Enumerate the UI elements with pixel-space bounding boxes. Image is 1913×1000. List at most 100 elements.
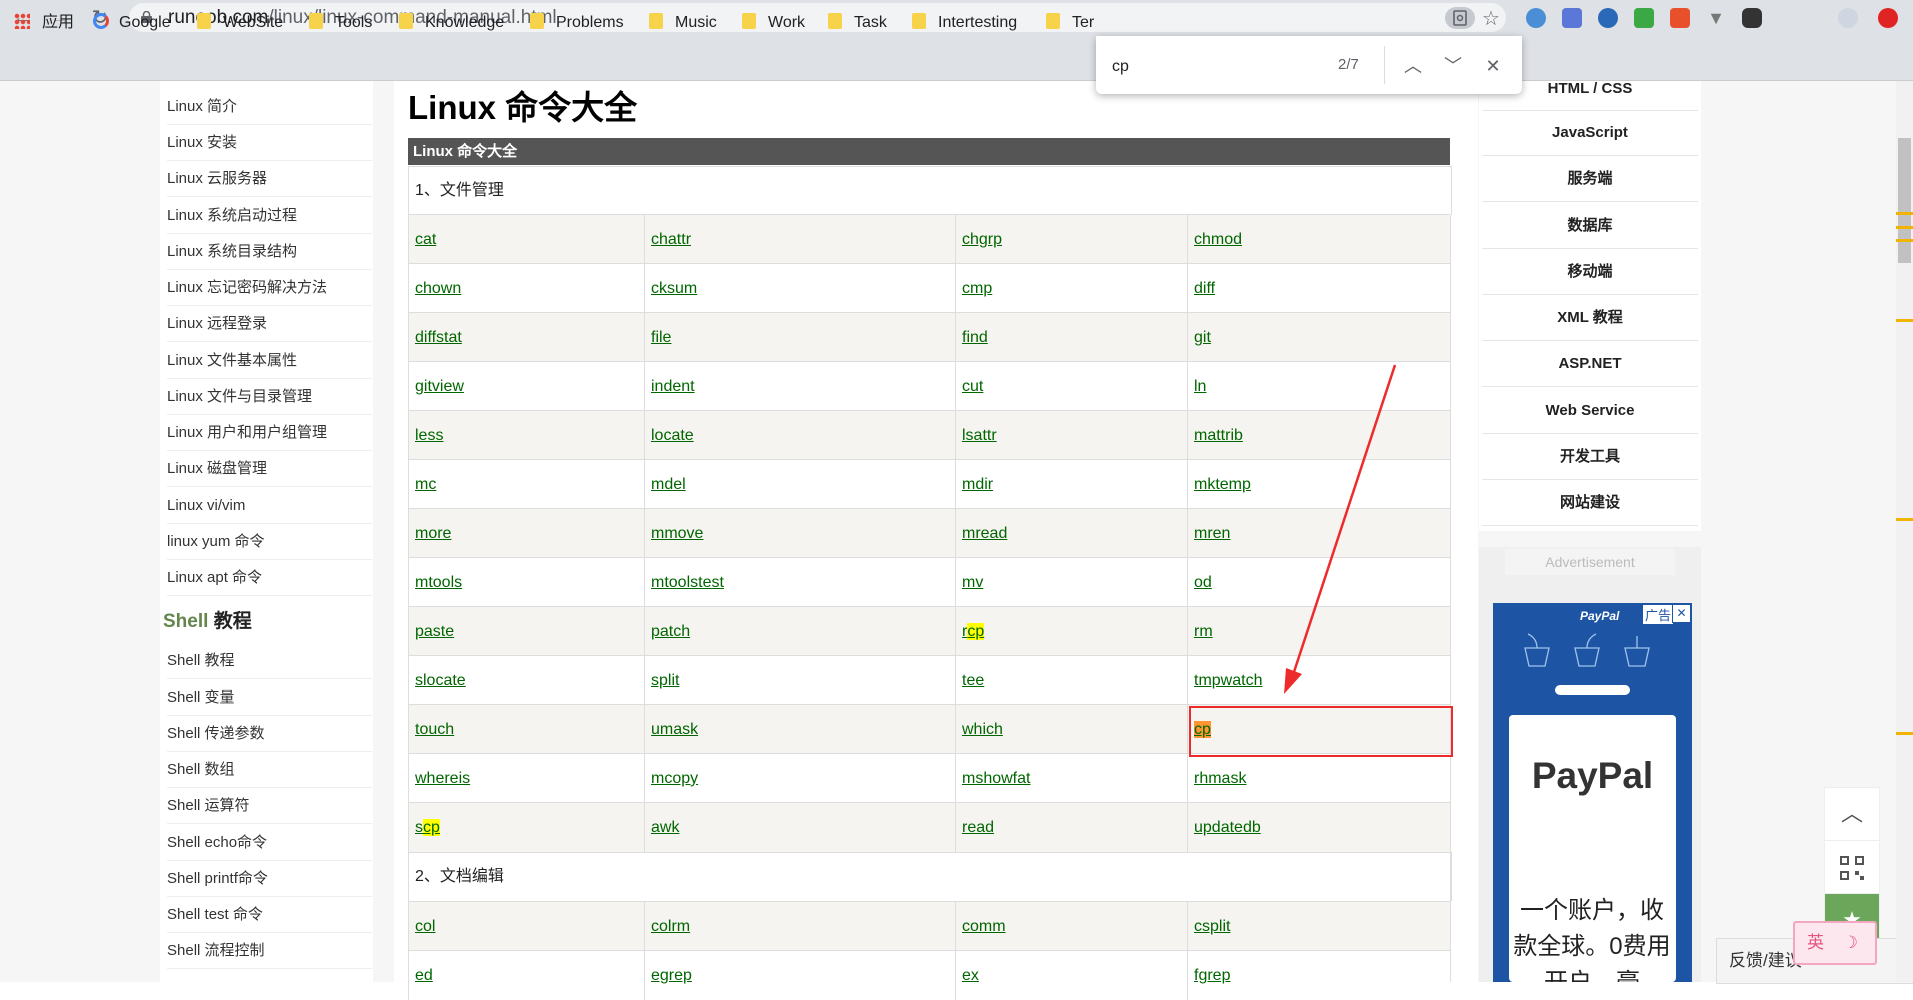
command-link[interactable]: cmp xyxy=(962,280,992,297)
command-link[interactable]: cut xyxy=(962,378,983,395)
sidebar-item[interactable]: Linux 文件与目录管理 xyxy=(167,380,372,415)
command-link[interactable]: lsattr xyxy=(962,427,997,444)
command-link[interactable]: gitview xyxy=(415,378,464,395)
command-link[interactable]: cksum xyxy=(651,280,697,297)
bookmark-folder-knowledge[interactable]: Knowledge xyxy=(399,12,504,34)
sidebar-item[interactable]: Shell 变量 xyxy=(167,681,372,716)
command-link[interactable]: mread xyxy=(962,525,1007,542)
bookmark-folder-intertesting[interactable]: Intertesting xyxy=(912,12,1017,34)
extension-color-icon[interactable] xyxy=(1634,8,1654,28)
bookmark-apps[interactable]: 应用 xyxy=(14,12,74,34)
right-nav-item[interactable]: 开发工具 xyxy=(1482,435,1698,480)
command-link[interactable]: od xyxy=(1194,574,1212,591)
sidebar-item[interactable]: Linux 系统启动过程 xyxy=(167,199,372,234)
command-link[interactable]: paste xyxy=(415,623,454,640)
sidebar-item[interactable]: Linux apt 命令 xyxy=(167,561,372,596)
bookmark-folder-work[interactable]: Work xyxy=(742,12,805,34)
command-link[interactable]: awk xyxy=(651,819,679,836)
command-link[interactable]: mmove xyxy=(651,525,703,542)
sidebar-item[interactable]: Shell echo命令 xyxy=(167,826,372,861)
command-link[interactable]: mcopy xyxy=(651,770,698,787)
find-close-icon[interactable]: ✕ xyxy=(1481,54,1505,78)
command-link[interactable]: rm xyxy=(1194,623,1213,640)
bookmark-folder-task[interactable]: Task xyxy=(828,12,887,34)
right-nav-item[interactable]: 数据库 xyxy=(1482,204,1698,249)
sidebar-item[interactable]: Linux 磁盘管理 xyxy=(167,452,372,487)
command-link[interactable]: which xyxy=(962,721,1003,738)
command-link[interactable]: mv xyxy=(962,574,983,591)
command-link[interactable]: chattr xyxy=(651,231,691,248)
command-link[interactable]: tee xyxy=(962,672,984,689)
command-link[interactable]: split xyxy=(651,672,679,689)
command-link[interactable]: csplit xyxy=(1194,918,1230,935)
sidebar-item[interactable]: Linux 简介 xyxy=(167,90,372,125)
command-link[interactable]: slocate xyxy=(415,672,466,689)
command-link[interactable]: egrep xyxy=(651,967,692,984)
sidebar-item[interactable]: Shell 数组 xyxy=(167,753,372,788)
command-link[interactable]: mtoolstest xyxy=(651,574,724,591)
command-link[interactable]: tmpwatch xyxy=(1194,672,1262,689)
sidebar-item[interactable]: Linux 安装 xyxy=(167,126,372,161)
right-nav-item[interactable]: ASP.NET xyxy=(1482,342,1698,387)
bookmark-folder-music[interactable]: Music xyxy=(649,12,717,34)
command-link[interactable]: col xyxy=(415,918,435,935)
find-input[interactable] xyxy=(1112,57,1292,77)
command-link[interactable]: chown xyxy=(415,280,461,297)
command-link[interactable]: mktemp xyxy=(1194,476,1251,493)
command-link[interactable]: file xyxy=(651,329,671,346)
command-link[interactable]: mc xyxy=(415,476,436,493)
command-link[interactable]: mdir xyxy=(962,476,993,493)
command-link[interactable]: umask xyxy=(651,721,698,738)
sidebar-item[interactable]: Linux 云服务器 xyxy=(167,162,372,197)
command-link[interactable]: ln xyxy=(1194,378,1206,395)
extension-pocket-icon[interactable] xyxy=(1562,8,1582,28)
scroll-top-button[interactable]: ︿ xyxy=(1824,787,1880,841)
scrollbar-thumb[interactable] xyxy=(1898,138,1911,263)
command-link[interactable]: mdel xyxy=(651,476,686,493)
command-link[interactable]: patch xyxy=(651,623,690,640)
command-link[interactable]: read xyxy=(962,819,994,836)
bookmark-folder-website[interactable]: WebSite xyxy=(197,12,283,34)
find-next-icon[interactable]: ﹀ xyxy=(1441,54,1465,78)
sidebar-item[interactable]: Linux 忘记密码解决方法 xyxy=(167,271,372,306)
find-previous-icon[interactable]: ︿ xyxy=(1401,54,1425,78)
sidebar-item[interactable]: Linux vi/vim xyxy=(167,489,372,524)
right-nav-item[interactable]: 服务端 xyxy=(1482,157,1698,202)
command-link[interactable]: more xyxy=(415,525,451,542)
profile-avatar[interactable] xyxy=(1838,8,1858,28)
sidebar-item[interactable]: Shell 运算符 xyxy=(167,789,372,824)
extension-glasses-icon[interactable] xyxy=(1742,8,1762,28)
command-link[interactable]: colrm xyxy=(651,918,690,935)
bookmark-folder-tools[interactable]: Tools xyxy=(309,12,372,34)
extension-search-icon[interactable] xyxy=(1526,8,1546,28)
command-link[interactable]: diff xyxy=(1194,280,1215,297)
bookmark-google[interactable]: Google xyxy=(93,12,171,34)
command-link[interactable]: ex xyxy=(962,967,979,984)
command-link[interactable]: touch xyxy=(415,721,454,738)
sidebar-item[interactable]: Shell test 命令 xyxy=(167,898,372,933)
command-link[interactable]: mtools xyxy=(415,574,462,591)
command-link[interactable]: whereis xyxy=(415,770,470,787)
ime-indicator[interactable]: 英 ☽ xyxy=(1793,921,1877,965)
command-link[interactable]: locate xyxy=(651,427,694,444)
sidebar-item[interactable]: Shell 流程控制 xyxy=(167,934,372,969)
sidebar-item[interactable]: Linux 系统目录结构 xyxy=(167,235,372,270)
command-link[interactable]: mren xyxy=(1194,525,1230,542)
command-link[interactable]: cat xyxy=(415,231,436,248)
command-link[interactable]: rcp xyxy=(962,623,985,640)
sidebar-item[interactable]: Linux 远程登录 xyxy=(167,307,372,342)
find-in-page-icon[interactable] xyxy=(1445,7,1475,29)
qrcode-icon[interactable] xyxy=(1824,840,1880,894)
right-nav-item[interactable]: XML 教程 xyxy=(1482,296,1698,341)
command-link[interactable]: comm xyxy=(962,918,1006,935)
sidebar-item[interactable]: Shell printf命令 xyxy=(167,862,372,897)
command-link[interactable]: indent xyxy=(651,378,695,395)
extension-history-icon[interactable] xyxy=(1598,8,1618,28)
extension-v-icon[interactable]: ▼ xyxy=(1706,8,1726,28)
command-link[interactable]: ed xyxy=(415,967,433,984)
command-link[interactable]: diffstat xyxy=(415,329,462,346)
sidebar-item[interactable]: Linux 用户和用户组管理 xyxy=(167,416,372,451)
ad-close-icon[interactable]: ✕ xyxy=(1672,604,1691,623)
right-nav-item[interactable]: Web Service xyxy=(1482,389,1698,434)
command-link[interactable]: find xyxy=(962,329,988,346)
